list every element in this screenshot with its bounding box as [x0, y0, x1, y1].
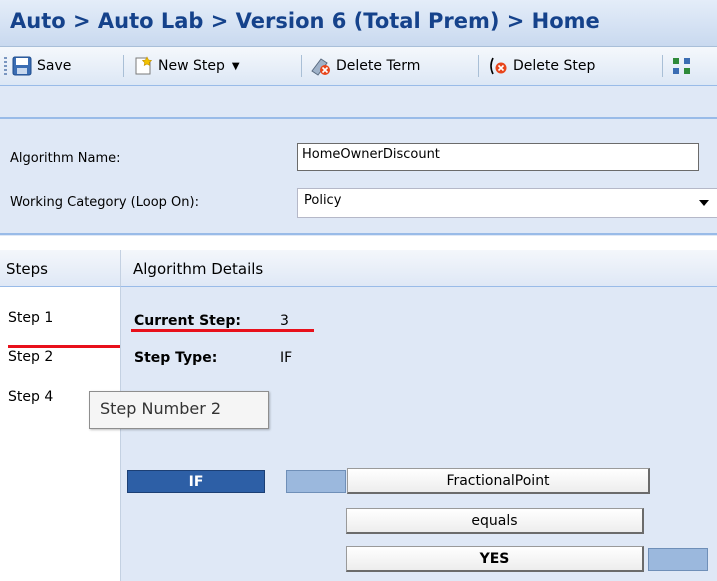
step-item-2[interactable]: Step 2 [8, 349, 53, 365]
steps-header-label: Steps [6, 260, 48, 278]
toolbar-grip [4, 57, 7, 75]
delete-step-label: Delete Step [513, 58, 596, 74]
step-type-value: IF [280, 350, 293, 366]
toolbar-separator [301, 55, 302, 77]
term-yes[interactable]: YES [346, 546, 644, 572]
chevron-down-icon[interactable]: ▼ [232, 61, 240, 72]
step-type-label: Step Type: [134, 350, 218, 366]
new-step-icon [135, 56, 153, 75]
reorder-steps-button[interactable] [672, 55, 692, 77]
details-header-label: Algorithm Details [133, 260, 264, 278]
working-category-label: Working Category (Loop On): [10, 195, 199, 210]
reorder-icon [673, 58, 690, 74]
term-fractional-point[interactable]: FractionalPoint [347, 468, 650, 494]
current-step-value: 3 [280, 313, 289, 329]
current-step-label: Current Step: [134, 313, 241, 329]
delete-term-icon [311, 58, 330, 76]
placeholder-block[interactable] [286, 470, 346, 493]
title-bar: Auto > Auto Lab > Version 6 (Total Prem)… [0, 0, 717, 47]
step-tooltip: Step Number 2 [89, 391, 269, 429]
delete-term-label: Delete Term [336, 58, 421, 74]
toolbar-divider [0, 117, 717, 119]
working-category-select[interactable]: Policy [297, 188, 717, 218]
toolbar-separator [662, 55, 663, 77]
save-icon [12, 56, 32, 76]
algorithm-name-label: Algorithm Name: [10, 151, 121, 166]
if-block[interactable]: IF [127, 470, 265, 493]
working-category-value: Policy [304, 193, 342, 208]
details-column-header: Algorithm Details [121, 250, 717, 287]
highlight-underline [8, 345, 120, 348]
placeholder-block[interactable] [648, 548, 708, 571]
delete-term-button[interactable]: Delete Term [311, 55, 420, 77]
divider [0, 233, 717, 235]
chevron-down-icon [699, 200, 709, 206]
toolbar: Save New Step ▼ Delete Term Delete Step [0, 47, 717, 86]
steps-column-header: Steps [0, 250, 121, 287]
step-item-1[interactable]: Step 1 [8, 310, 53, 326]
delete-step-button[interactable]: Delete Step [488, 55, 595, 77]
operator-equals[interactable]: equals [346, 508, 644, 534]
new-step-label: New Step [158, 58, 225, 74]
save-button[interactable]: Save [12, 55, 71, 77]
toolbar-separator [478, 55, 479, 77]
delete-step-icon [490, 57, 507, 75]
save-label: Save [37, 58, 72, 74]
highlight-underline [131, 329, 314, 332]
step-item-4[interactable]: Step 4 [8, 389, 53, 405]
toolbar-separator [123, 55, 124, 77]
steps-list [0, 287, 121, 581]
new-step-button[interactable]: New Step ▼ [133, 55, 240, 77]
algorithm-name-field[interactable]: HomeOwnerDiscount [297, 143, 699, 171]
breadcrumb-title: Auto > Auto Lab > Version 6 (Total Prem)… [10, 9, 600, 33]
